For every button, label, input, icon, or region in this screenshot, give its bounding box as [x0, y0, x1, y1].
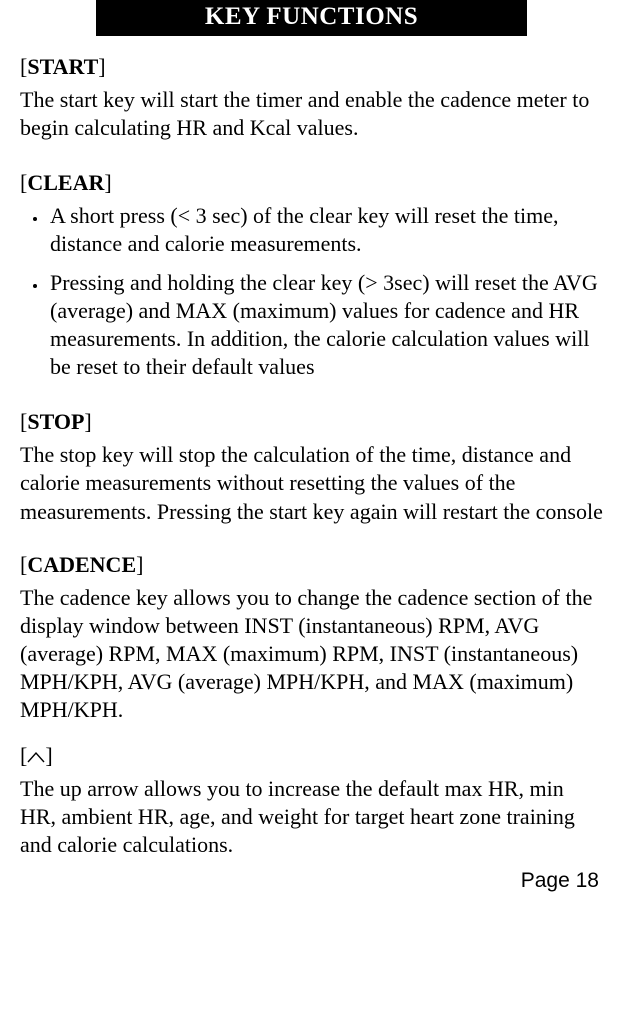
label-start: [START] — [20, 54, 603, 80]
bracket-close: ] — [84, 409, 91, 434]
paragraph-cadence: The cadence key allows you to change the… — [20, 584, 603, 725]
list-item: A short press (< 3 sec) of the clear key… — [48, 202, 603, 258]
bracket-close: ] — [45, 743, 52, 768]
section-banner: KEY FUNCTIONS — [96, 0, 527, 36]
list-item: Pressing and holding the clear key (> 3s… — [48, 269, 603, 382]
keyword-cadence: CADENCE — [27, 552, 136, 577]
paragraph-stop: The stop key will stop the calculation o… — [20, 441, 603, 525]
bracket-close: ] — [98, 54, 105, 79]
keyword-stop: STOP — [27, 409, 84, 434]
bracket-close: ] — [104, 170, 111, 195]
keyword-start: START — [27, 54, 98, 79]
bracket-open: [ — [20, 743, 27, 768]
paragraph-up: The up arrow allows you to increase the … — [20, 775, 603, 859]
label-clear: [CLEAR] — [20, 170, 603, 196]
label-cadence: [CADENCE] — [20, 552, 603, 578]
up-arrow-icon — [27, 750, 45, 764]
keyword-clear: CLEAR — [27, 170, 104, 195]
document-page: KEY FUNCTIONS [START] The start key will… — [0, 0, 623, 905]
page-number: Page 18 — [20, 869, 603, 893]
paragraph-start: The start key will start the timer and e… — [20, 86, 603, 142]
bracket-close: ] — [136, 552, 143, 577]
label-up-arrow: [] — [20, 743, 603, 769]
list-clear: A short press (< 3 sec) of the clear key… — [20, 202, 603, 381]
label-stop: [STOP] — [20, 409, 603, 435]
